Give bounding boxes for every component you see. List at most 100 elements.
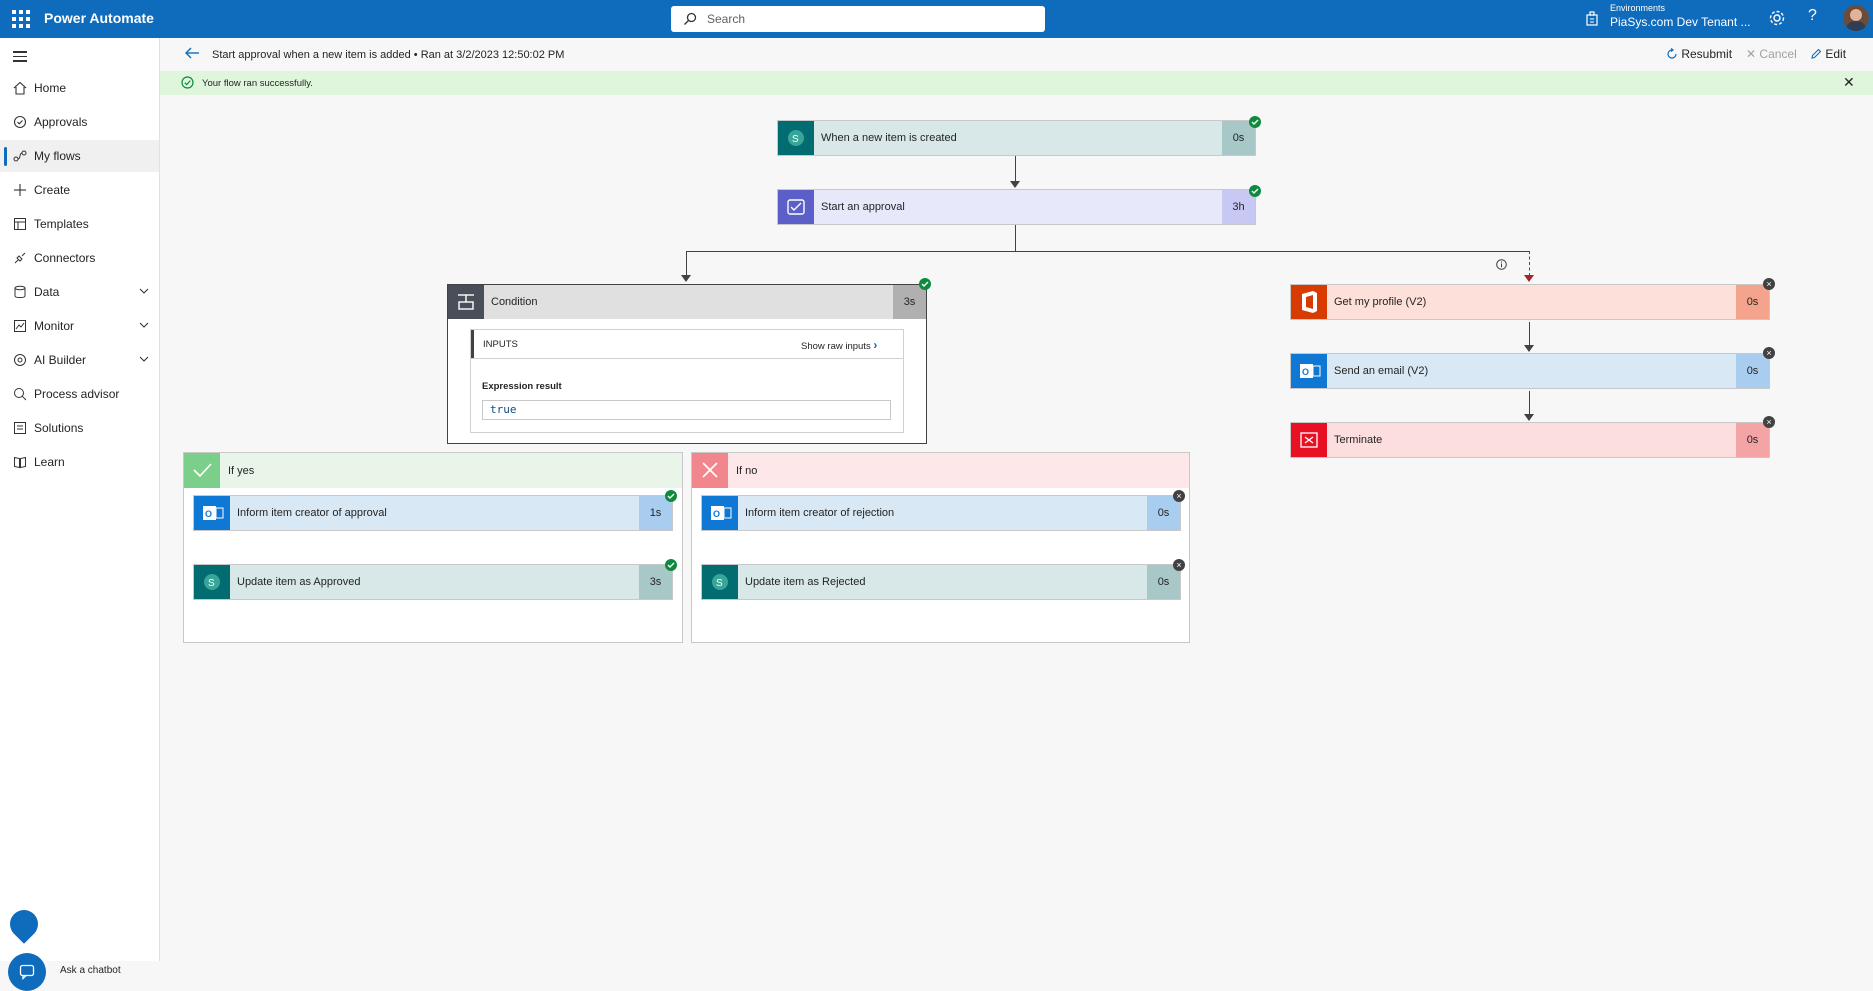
- approval-success-icon: [1249, 185, 1261, 197]
- condition-label: Condition: [491, 296, 538, 308]
- update-approved-card[interactable]: S Update item as Approved 3s: [193, 564, 673, 600]
- sidebar-item-monitor[interactable]: Monitor: [0, 310, 159, 342]
- chevron-down-icon[interactable]: [138, 285, 150, 297]
- show-raw-inputs-link[interactable]: Show raw inputs ›: [801, 338, 877, 352]
- product-name[interactable]: Power Automate: [44, 10, 154, 26]
- search-icon: [684, 12, 697, 25]
- templates-icon: [14, 218, 26, 230]
- left-navigation: Home Approvals My flows Create Templates Conn…: [0, 38, 160, 991]
- sidebar-item-label: Home: [34, 81, 67, 95]
- search-box[interactable]: Search: [671, 6, 1045, 32]
- search-input[interactable]: Search: [707, 12, 745, 26]
- inform-approval-card[interactable]: O Inform item creator of approval 1s: [193, 495, 673, 531]
- back-arrow-icon[interactable]: [184, 46, 200, 60]
- monitor-icon: [14, 320, 26, 332]
- environment-picker[interactable]: PiaSys.com Dev Tenant ...: [1610, 15, 1750, 29]
- cancel-label: Cancel: [1759, 47, 1797, 61]
- info-icon[interactable]: [1496, 259, 1507, 270]
- sidebar-item-label: Data: [34, 285, 60, 299]
- close-banner-icon[interactable]: ✕: [1843, 74, 1855, 91]
- connectors-icon: [14, 252, 26, 264]
- chatbot-button[interactable]: [8, 953, 46, 991]
- update-approved-success-icon: [665, 559, 677, 571]
- app-launcher-icon[interactable]: [12, 10, 30, 28]
- sidebar-item-label: My flows: [34, 149, 81, 163]
- outlook-icon: O: [194, 496, 230, 530]
- plus-icon: [14, 184, 26, 196]
- top-bar: Power Automate Search Environments PiaSy…: [0, 0, 1873, 38]
- sidebar-item-solutions[interactable]: Solutions: [0, 412, 159, 444]
- sidebar-item-create[interactable]: Create: [0, 174, 159, 206]
- success-banner: Your flow ran successfully. ✕: [160, 71, 1873, 95]
- svg-text:O: O: [1302, 367, 1309, 377]
- get-profile-card[interactable]: Get my profile (V2) 0s: [1290, 284, 1770, 320]
- chatbot-label[interactable]: Ask a chatbot: [60, 965, 121, 976]
- if-no-label: If no: [736, 465, 758, 477]
- send-email-card[interactable]: O Send an email (V2) 0s: [1290, 353, 1770, 389]
- condition-header[interactable]: Condition 3s: [448, 285, 926, 319]
- approval-label: Start an approval: [821, 201, 905, 213]
- edit-button[interactable]: Edit: [1810, 47, 1846, 61]
- chevron-down-icon[interactable]: [138, 319, 150, 331]
- get-profile-duration: 0s: [1736, 285, 1769, 319]
- sidebar-item-data[interactable]: Data: [0, 276, 159, 308]
- update-rejected-label: Update item as Rejected: [745, 576, 866, 588]
- sidebar-item-templates[interactable]: Templates: [0, 208, 159, 240]
- condition-card[interactable]: Condition 3s INPUTS Show raw inputs › Ex…: [447, 284, 927, 444]
- terminate-card[interactable]: Terminate 0s: [1290, 422, 1770, 458]
- ai-builder-icon: [14, 354, 26, 366]
- approvals-icon: [13, 115, 27, 129]
- trigger-card[interactable]: S When a new item is created 0s: [777, 120, 1256, 156]
- inform-rejection-label: Inform item creator of rejection: [745, 507, 895, 519]
- sharepoint-icon: S: [702, 565, 738, 599]
- process-advisor-icon: [14, 388, 27, 401]
- sidebar-item-home[interactable]: Home: [0, 72, 159, 104]
- inputs-panel: INPUTS Show raw inputs › Expression resu…: [470, 329, 904, 433]
- cancel-icon: ✕: [1746, 47, 1757, 61]
- hamburger-menu-icon[interactable]: [13, 51, 27, 65]
- if-no-branch: If no: [691, 452, 1190, 643]
- environment-icon: [1586, 11, 1598, 26]
- get-profile-label: Get my profile (V2): [1334, 296, 1427, 308]
- chevron-down-icon[interactable]: [138, 353, 150, 365]
- edit-pencil-icon: [1811, 48, 1822, 59]
- terminate-label: Terminate: [1334, 434, 1383, 446]
- sidebar-item-label: Templates: [34, 217, 89, 231]
- svg-text:S: S: [208, 578, 215, 589]
- sidebar-item-my-flows[interactable]: My flows: [0, 140, 159, 172]
- sidebar-item-ai-builder[interactable]: AI Builder: [0, 344, 159, 376]
- approval-card[interactable]: Start an approval 3h: [777, 189, 1256, 225]
- sidebar-item-approvals[interactable]: Approvals: [0, 106, 159, 138]
- flows-icon: [13, 150, 27, 162]
- help-icon[interactable]: ?: [1808, 7, 1817, 25]
- inform-rejection-card[interactable]: O Inform item creator of rejection 0s: [701, 495, 1181, 531]
- resubmit-button[interactable]: Resubmit: [1666, 47, 1732, 61]
- if-yes-branch: If yes: [183, 452, 683, 643]
- sidebar-item-connectors[interactable]: Connectors: [0, 242, 159, 274]
- sidebar-item-label: Approvals: [34, 115, 88, 129]
- cross-icon: [692, 453, 728, 488]
- cancel-button[interactable]: ✕ Cancel: [1746, 47, 1797, 61]
- condition-icon: [448, 285, 484, 319]
- if-yes-header[interactable]: If yes: [184, 453, 682, 488]
- inform-rejection-skipped-icon: ×: [1173, 490, 1185, 502]
- expression-result-label: Expression result: [482, 381, 562, 392]
- inputs-heading: INPUTS: [483, 339, 518, 350]
- if-no-header[interactable]: If no: [692, 453, 1189, 488]
- settings-gear-icon[interactable]: [1768, 9, 1786, 27]
- trigger-label: When a new item is created: [821, 132, 957, 144]
- update-approved-label: Update item as Approved: [237, 576, 361, 588]
- run-header: Start approval when a new item is added …: [160, 38, 1873, 72]
- data-icon: [14, 285, 26, 298]
- send-email-label: Send an email (V2): [1334, 365, 1429, 377]
- user-avatar[interactable]: [1843, 5, 1869, 31]
- sharepoint-icon: S: [194, 565, 230, 599]
- update-rejected-card[interactable]: S Update item as Rejected 0s: [701, 564, 1181, 600]
- send-email-skipped-icon: ×: [1763, 347, 1775, 359]
- get-profile-skipped-icon: ×: [1763, 278, 1775, 290]
- sidebar-item-label: Learn: [34, 455, 65, 469]
- sidebar-item-label: Connectors: [34, 251, 96, 265]
- sidebar-item-process-advisor[interactable]: Process advisor: [0, 378, 159, 410]
- resubmit-label: Resubmit: [1681, 47, 1733, 61]
- sidebar-item-learn[interactable]: Learn: [0, 446, 159, 478]
